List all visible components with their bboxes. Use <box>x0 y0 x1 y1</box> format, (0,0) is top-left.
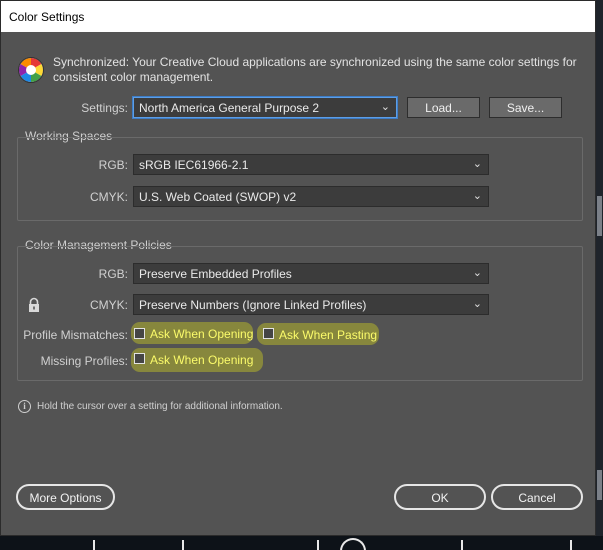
background-app-strip <box>0 536 603 550</box>
ws-rgb-label: RGB: <box>98 158 128 172</box>
chevron-down-icon: ⌄ <box>472 267 482 279</box>
policy-rgb-label: RGB: <box>98 267 128 281</box>
policy-rgb-value: Preserve Embedded Profiles <box>139 267 292 281</box>
background-right-edge <box>596 0 603 536</box>
dialog-titlebar: Color Settings <box>1 1 595 32</box>
profile-mismatches-label: Profile Mismatches: <box>23 328 128 342</box>
chevron-down-icon: ⌄ <box>472 158 482 170</box>
ws-cmyk-label: CMYK: <box>89 190 128 204</box>
sync-message-line: consistent color management. <box>53 70 214 84</box>
policy-cmyk-label: CMYK: <box>89 298 128 312</box>
ask-when-opening-missing-label[interactable]: Ask When Opening <box>150 353 253 367</box>
ask-when-opening-missing-checkbox[interactable] <box>134 353 145 364</box>
background-tick <box>461 540 463 550</box>
chevron-down-icon: ⌄ <box>472 298 482 310</box>
lock-icon <box>29 297 39 312</box>
info-text: Hold the cursor over a setting for addit… <box>37 401 283 412</box>
load-button[interactable]: Load... <box>407 97 480 118</box>
cancel-button[interactable]: Cancel <box>491 484 583 510</box>
ws-rgb-select[interactable]: sRGB IEC61966-2.1 ⌄ <box>133 154 489 175</box>
background-tick <box>93 540 95 550</box>
background-mark <box>597 196 602 236</box>
info-icon: i <box>18 400 31 413</box>
more-options-button[interactable]: More Options <box>16 484 115 510</box>
policy-rgb-select[interactable]: Preserve Embedded Profiles ⌄ <box>133 263 489 284</box>
missing-profiles-label: Missing Profiles: <box>40 354 128 368</box>
background-tick <box>570 540 572 550</box>
working-spaces-group <box>17 137 583 221</box>
settings-value: North America General Purpose 2 <box>139 101 320 115</box>
color-wheel-icon <box>18 57 44 83</box>
chevron-down-icon: ⌄ <box>472 190 482 202</box>
background-mark <box>597 470 602 500</box>
settings-label: Settings: <box>81 101 128 115</box>
color-settings-dialog: Color Settings Synchronized: Your Creati… <box>0 0 596 536</box>
ws-cmyk-select[interactable]: U.S. Web Coated (SWOP) v2 ⌄ <box>133 186 489 207</box>
ask-when-pasting-checkbox[interactable] <box>263 328 274 339</box>
settings-select[interactable]: North America General Purpose 2 ⌄ <box>133 97 397 118</box>
save-button[interactable]: Save... <box>489 97 562 118</box>
ask-when-opening-mismatch-label[interactable]: Ask When Opening <box>150 327 253 341</box>
background-tick <box>317 540 319 550</box>
dialog-title: Color Settings <box>9 10 85 24</box>
ask-when-pasting-label[interactable]: Ask When Pasting <box>279 328 377 342</box>
ws-rgb-value: sRGB IEC61966-2.1 <box>139 158 249 172</box>
chevron-down-icon: ⌄ <box>380 101 390 113</box>
ask-when-opening-mismatch-checkbox[interactable] <box>134 328 145 339</box>
ok-button[interactable]: OK <box>394 484 486 510</box>
background-tick <box>182 540 184 550</box>
policy-cmyk-select[interactable]: Preserve Numbers (Ignore Linked Profiles… <box>133 294 489 315</box>
sync-message: Synchronized: Your Creative Cloud applic… <box>53 55 583 85</box>
ws-cmyk-value: U.S. Web Coated (SWOP) v2 <box>139 190 297 204</box>
sync-message-line: Synchronized: Your Creative Cloud applic… <box>53 55 577 69</box>
policy-cmyk-value: Preserve Numbers (Ignore Linked Profiles… <box>139 298 367 312</box>
